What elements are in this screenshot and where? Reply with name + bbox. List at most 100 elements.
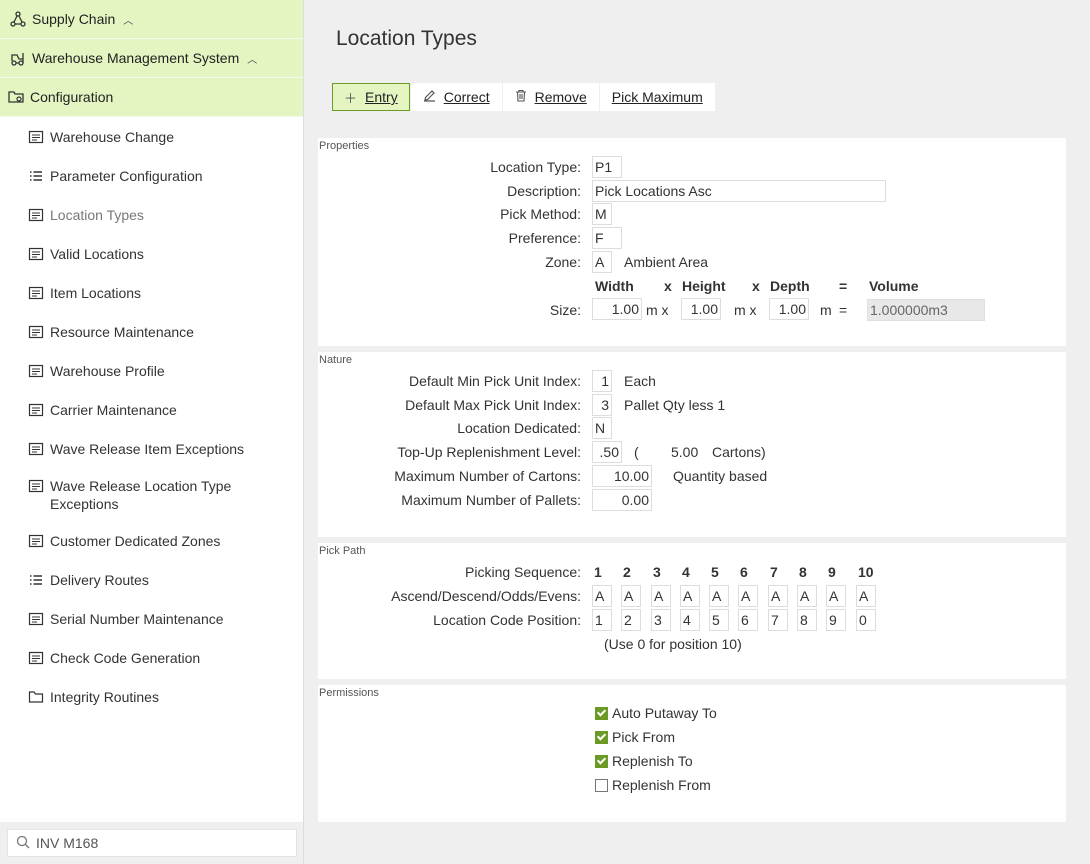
page-title: Location Types	[336, 27, 477, 50]
description-label: Description:	[507, 183, 581, 199]
form-icon	[28, 533, 44, 549]
picking-sequence-number: 9	[828, 564, 836, 580]
ascend-descend-field[interactable]	[709, 585, 729, 607]
checkbox-checked-icon	[595, 730, 608, 744]
permission-replenish-to-checkbox[interactable]: Replenish To	[595, 753, 693, 769]
picking-sequence-number: 2	[623, 564, 631, 580]
width-field[interactable]	[592, 298, 642, 320]
location-code-position-label: Location Code Position:	[433, 612, 581, 628]
sidebar-item-parameter-configuration[interactable]: Parameter Configuration	[28, 167, 280, 185]
sidebar-item-customer-dedicated-zones[interactable]: Customer Dedicated Zones	[28, 532, 280, 550]
max-cartons-label: Maximum Number of Cartons:	[394, 468, 581, 484]
sidebar-item-check-code-generation[interactable]: Check Code Generation	[28, 649, 280, 667]
preference-field[interactable]	[592, 227, 622, 249]
remove-button[interactable]: Remove	[502, 83, 599, 111]
permission-replenish-from-checkbox[interactable]: Replenish From	[595, 777, 711, 793]
list-icon	[28, 168, 44, 184]
max-pick-field[interactable]	[592, 394, 612, 416]
sidebar-item-item-locations[interactable]: Item Locations	[28, 284, 280, 302]
sidebar-item-wave-release-item-exceptions[interactable]: Wave Release Item Exceptions	[28, 440, 280, 458]
ascend-descend-field[interactable]	[592, 585, 612, 607]
location-code-position-field[interactable]	[709, 609, 729, 631]
sidebar-item-valid-locations[interactable]: Valid Locations	[28, 245, 280, 263]
ascend-descend-field[interactable]	[856, 585, 876, 607]
sidebar-item-label: Serial Number Maintenance	[50, 611, 224, 627]
height-unit: m x	[734, 302, 757, 318]
permission-auto-putaway-to-checkbox[interactable]: Auto Putaway To	[595, 705, 717, 721]
volume-header: Volume	[869, 278, 919, 294]
location-code-position-field[interactable]	[651, 609, 671, 631]
entry-button[interactable]: ＋ Entry	[332, 83, 410, 111]
ascend-descend-field[interactable]	[621, 585, 641, 607]
pick-method-field[interactable]	[592, 203, 612, 225]
position-note: (Use 0 for position 10)	[604, 636, 742, 652]
search-box[interactable]	[7, 829, 297, 857]
depth-field[interactable]	[769, 298, 809, 320]
properties-section: Properties Location Type: Description: P…	[318, 138, 1066, 346]
depth-header: Depth	[770, 278, 810, 294]
sidebar-item-label: Resource Maintenance	[50, 324, 194, 340]
picking-sequence-number: 3	[653, 564, 661, 580]
form-icon	[28, 611, 44, 627]
max-pallets-field[interactable]	[592, 489, 652, 511]
location-code-position-field[interactable]	[826, 609, 846, 631]
topup-cartons-label: Cartons)	[712, 444, 766, 460]
sidebar-item-label: Wave Release Location Type Exceptions	[50, 478, 232, 512]
max-cartons-description: Quantity based	[673, 468, 768, 484]
sidebar-item-delivery-routes[interactable]: Delivery Routes	[28, 571, 280, 589]
correct-button[interactable]: Correct	[410, 83, 502, 111]
sidebar-item-label: Check Code Generation	[50, 650, 201, 666]
permission-pick-from-checkbox[interactable]: Pick From	[595, 729, 675, 745]
width-unit: m x	[646, 302, 669, 318]
pick-path-section: Pick Path Picking Sequence: Ascend/Desce…	[318, 543, 1066, 679]
topup-field[interactable]	[592, 441, 622, 463]
sidebar-item-label: Valid Locations	[50, 246, 144, 262]
nav-configuration[interactable]: Configuration	[0, 78, 303, 117]
search-input[interactable]	[36, 835, 286, 851]
ascend-descend-field[interactable]	[768, 585, 788, 607]
max-cartons-field[interactable]	[592, 465, 652, 487]
location-code-position-field[interactable]	[592, 609, 612, 631]
sidebar-item-location-types[interactable]: Location Types	[28, 206, 280, 224]
sidebar-item-carrier-maintenance[interactable]: Carrier Maintenance	[28, 401, 280, 419]
section-title: Properties	[319, 140, 370, 152]
max-pick-label: Default Max Pick Unit Index:	[405, 397, 581, 413]
ascend-descend-field[interactable]	[826, 585, 846, 607]
dedicated-field[interactable]	[592, 417, 612, 439]
sidebar-item-label: Parameter Configuration	[50, 168, 203, 184]
sidebar-item-wave-release-location-type-exceptions[interactable]: Wave Release Location Type Exceptions	[28, 477, 280, 513]
ascend-descend-field[interactable]	[651, 585, 671, 607]
permission-label: Replenish To	[612, 753, 693, 769]
form-icon	[28, 650, 44, 666]
location-code-position-field[interactable]	[738, 609, 758, 631]
height-field[interactable]	[681, 298, 721, 320]
location-code-position-field[interactable]	[768, 609, 788, 631]
sidebar-item-integrity-routines[interactable]: Integrity Routines	[28, 688, 280, 706]
description-field[interactable]	[592, 180, 886, 202]
picking-sequence-number: 7	[770, 564, 778, 580]
location-code-position-field[interactable]	[680, 609, 700, 631]
nav-supply-chain-label: Supply Chain	[32, 11, 116, 27]
pick-maximum-button[interactable]: Pick Maximum	[599, 83, 715, 111]
ascend-descend-field[interactable]	[738, 585, 758, 607]
ascend-descend-field[interactable]	[797, 585, 817, 607]
location-code-position-field[interactable]	[621, 609, 641, 631]
sidebar-item-label: Delivery Routes	[50, 572, 149, 588]
sidebar-item-warehouse-change[interactable]: Warehouse Change	[28, 128, 280, 146]
nav-wms[interactable]: Warehouse Management System ︿	[0, 39, 303, 78]
min-pick-field[interactable]	[592, 370, 612, 392]
location-code-position-field[interactable]	[797, 609, 817, 631]
sidebar-item-serial-number-maintenance[interactable]: Serial Number Maintenance	[28, 610, 280, 628]
topup-label: Top-Up Replenishment Level:	[397, 444, 581, 460]
ascend-descend-field[interactable]	[680, 585, 700, 607]
nav-supply-chain[interactable]: Supply Chain ︿	[0, 0, 303, 39]
form-icon	[28, 441, 44, 457]
location-code-position-field[interactable]	[856, 609, 876, 631]
location-type-field[interactable]	[592, 156, 622, 178]
sidebar-item-resource-maintenance[interactable]: Resource Maintenance	[28, 323, 280, 341]
folder-icon	[28, 689, 44, 705]
sidebar-item-warehouse-profile[interactable]: Warehouse Profile	[28, 362, 280, 380]
nav-configuration-label: Configuration	[30, 89, 114, 105]
zone-field[interactable]	[592, 251, 612, 273]
form-icon	[28, 285, 44, 301]
